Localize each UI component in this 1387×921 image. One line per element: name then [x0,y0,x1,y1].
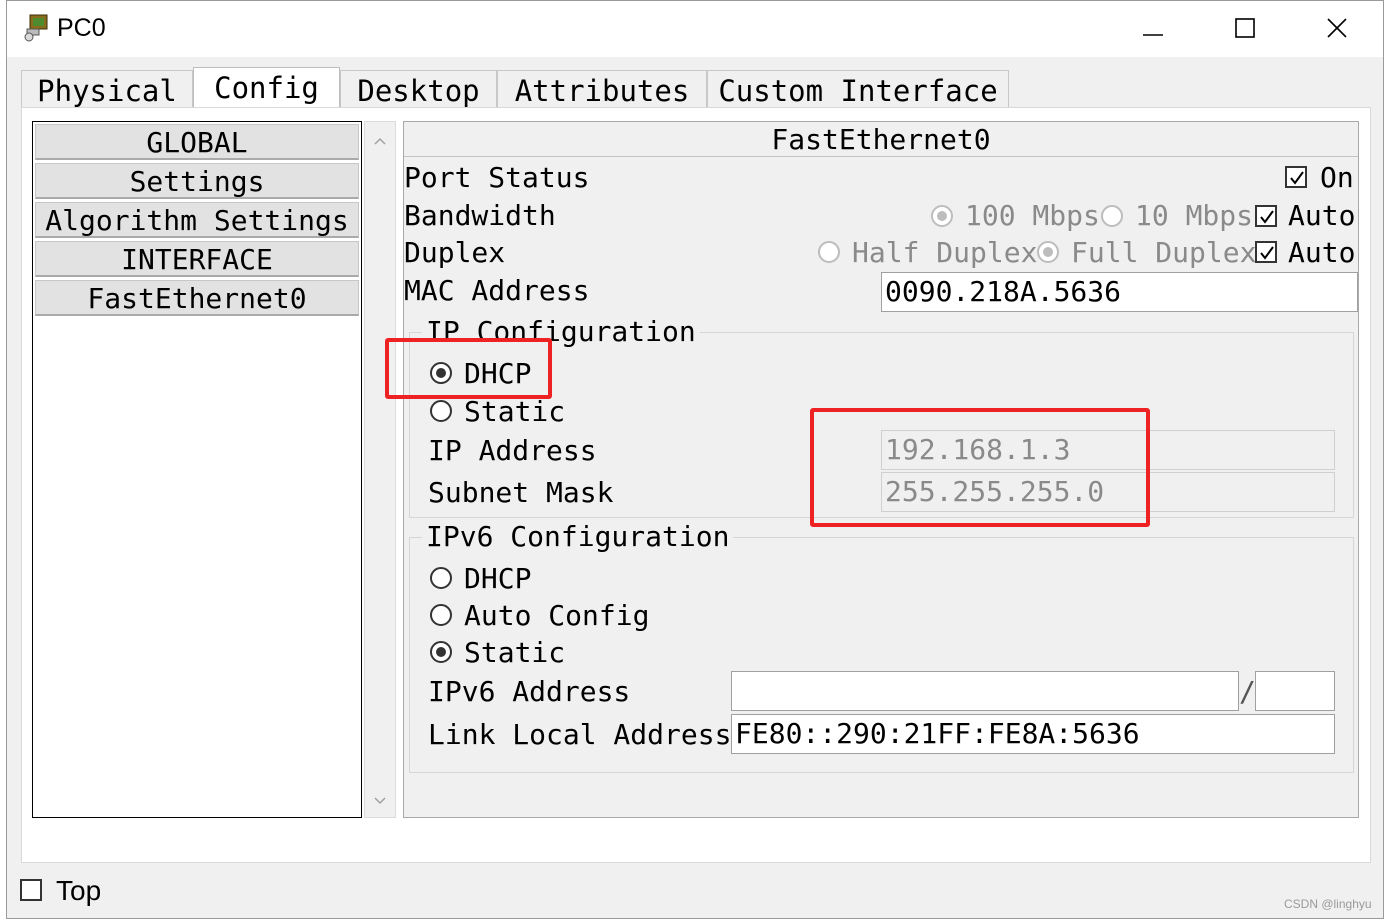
ip-static-radio[interactable] [430,400,452,422]
bandwidth-100-label: 100 Mbps [965,199,1100,232]
sidebar-item-global[interactable]: GLOBAL [35,124,359,160]
config-sidebar: GLOBAL Settings Algorithm Settings INTER… [32,121,362,818]
checkmark-icon [1260,246,1274,260]
ipv6-address-field[interactable] [731,671,1239,711]
watermark: CSDN @linghyu [1284,897,1372,911]
ipv6-static-radio[interactable] [430,641,452,663]
duplex-label: Duplex [404,236,506,269]
pc-icon [21,13,51,43]
ipv6-dhcp-label: DHCP [464,562,532,595]
checkmark-icon [1260,210,1274,224]
ipv6-configuration-title: IPv6 Configuration [422,521,734,553]
tab-custom-interface[interactable]: Custom Interface [707,70,1009,108]
full-duplex-label: Full Duplex [1071,236,1257,269]
link-local-address-field[interactable]: FE80::290:21FF:FE8A:5636 [731,714,1335,754]
port-status-on-label: On [1320,161,1354,194]
full-duplex-radio[interactable] [1037,241,1059,263]
ip-dhcp-label: DHCP [464,357,532,390]
tab-physical[interactable]: Physical [21,70,193,108]
duplex-auto-label: Auto [1288,236,1356,269]
ipv6-dhcp-radio[interactable] [430,567,452,589]
subnet-mask-label: Subnet Mask [428,476,614,509]
bandwidth-label: Bandwidth [404,199,556,232]
interface-panel: FastEthernet0 Port Status On Bandwidth 1… [403,121,1359,818]
bandwidth-auto-checkbox[interactable] [1255,205,1277,227]
ipv6-auto-config-radio[interactable] [430,604,452,626]
top-checkbox[interactable] [20,879,42,901]
title-bar: PC0 [7,1,1383,57]
maximize-icon [1235,18,1255,38]
port-status-checkbox[interactable] [1285,166,1307,188]
ip-static-label: Static [464,395,566,428]
window-title: PC0 [57,14,106,42]
ipv6-auto-config-label: Auto Config [464,599,650,632]
ip-address-field[interactable]: 192.168.1.3 [881,430,1335,470]
ipv6-prefix-field[interactable] [1255,671,1335,711]
sidebar-scrollbar[interactable] [364,121,396,818]
half-duplex-radio[interactable] [818,241,840,263]
port-status-label: Port Status [404,161,590,194]
ipv6-static-label: Static [464,636,566,669]
duplex-auto-checkbox[interactable] [1255,241,1277,263]
ipv6-address-label: IPv6 Address [428,675,631,708]
sidebar-item-fastethernet0[interactable]: FastEthernet0 [35,280,359,316]
subnet-mask-field[interactable]: 255.255.255.0 [881,472,1335,512]
sidebar-item-settings[interactable]: Settings [35,163,359,199]
top-label: Top [56,875,102,906]
minimize-button[interactable] [1131,9,1175,49]
chevron-down-icon[interactable] [365,786,395,816]
ip-dhcp-radio[interactable] [430,362,452,384]
chevron-up-icon[interactable] [365,126,395,156]
mac-address-field[interactable]: 0090.218A.5636 [881,272,1358,312]
ip-address-label: IP Address [428,434,597,467]
close-button[interactable] [1315,9,1359,49]
close-icon [1327,18,1347,38]
checkmark-icon [1290,171,1304,185]
sidebar-item-interface[interactable]: INTERFACE [35,241,359,277]
interface-title: FastEthernet0 [404,122,1358,157]
sidebar-item-algorithm-settings[interactable]: Algorithm Settings [35,202,359,238]
pc0-window: PC0 Physical Config Desktop Attributes C… [6,0,1384,919]
minimize-icon [1143,34,1163,36]
half-duplex-label: Half Duplex [852,236,1038,269]
ip-configuration-title: IP Configuration [422,316,700,348]
tab-config[interactable]: Config [193,67,340,109]
bandwidth-100-radio[interactable] [931,205,953,227]
tab-desktop[interactable]: Desktop [340,70,497,108]
bandwidth-10-label: 10 Mbps [1135,199,1254,232]
maximize-button[interactable] [1223,9,1267,49]
mac-address-label: MAC Address [404,274,590,307]
link-local-address-label: Link Local Address: [428,718,749,751]
tab-attributes[interactable]: Attributes [497,70,707,108]
bandwidth-auto-label: Auto [1288,199,1356,232]
ipv6-prefix-separator: / [1239,675,1256,708]
bandwidth-10-radio[interactable] [1101,205,1123,227]
